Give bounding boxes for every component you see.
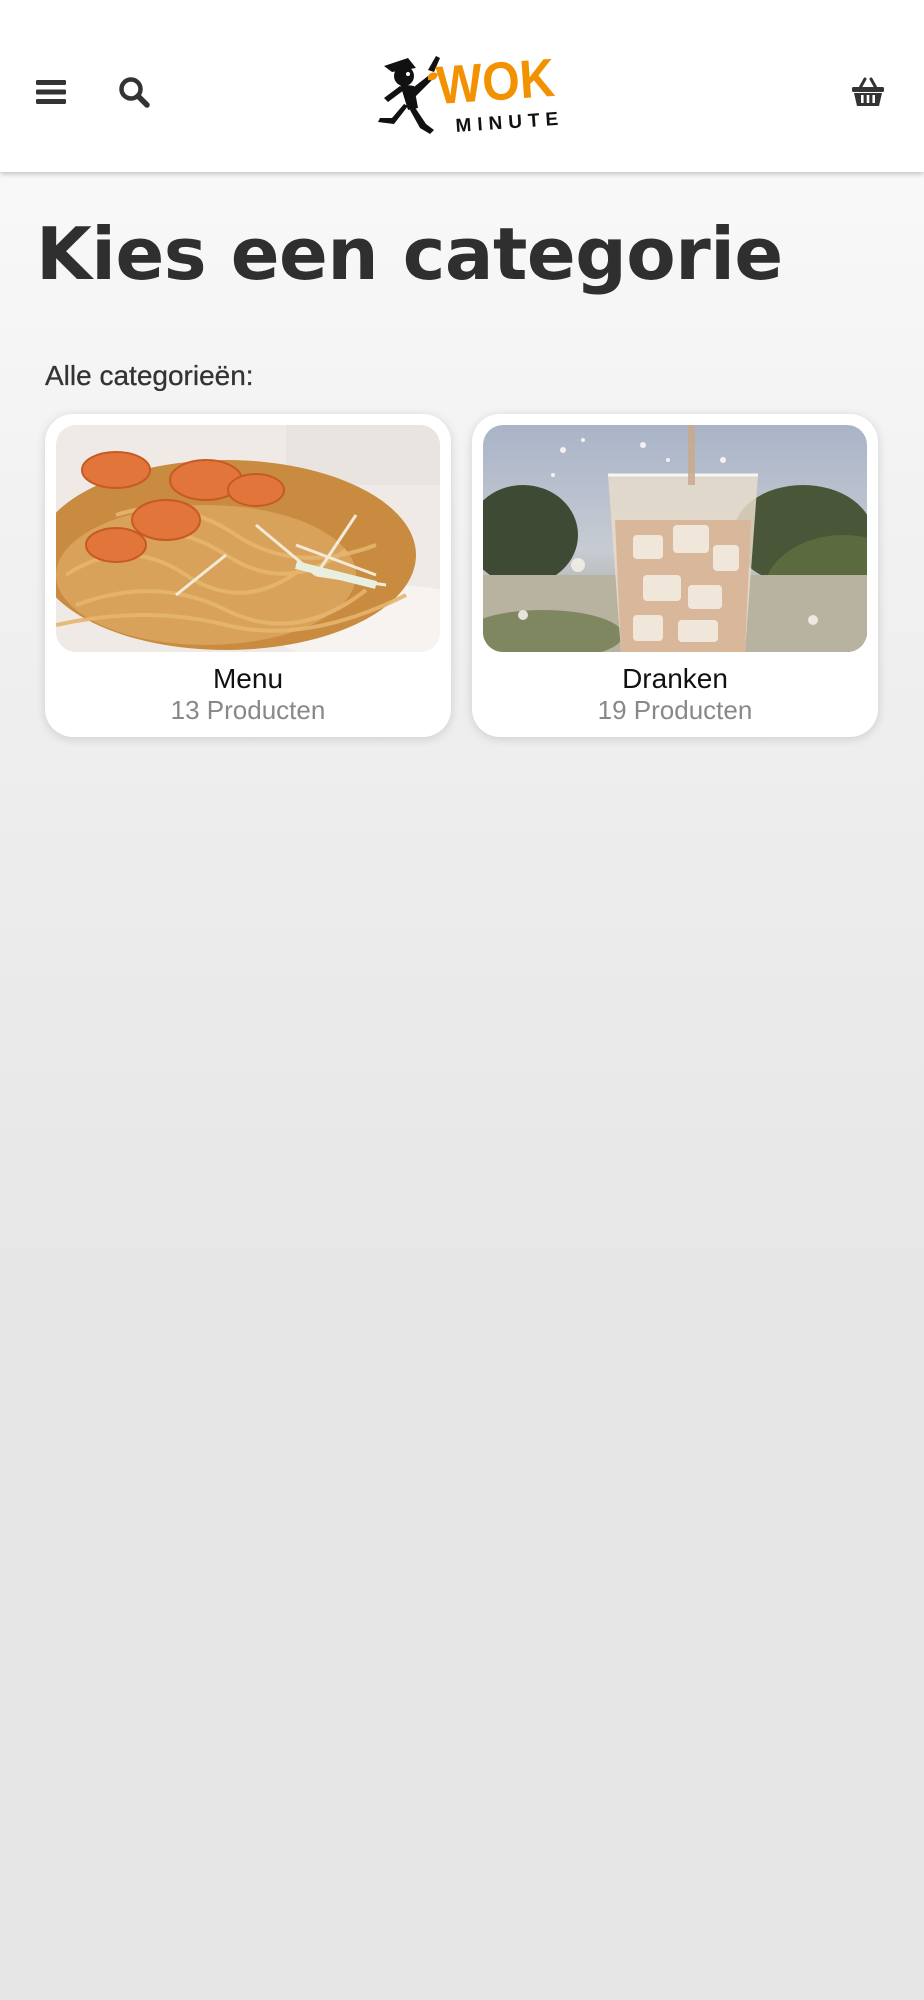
search-button[interactable]: [102, 60, 166, 124]
category-image-menu: [56, 425, 440, 652]
section-label: Alle categorieën:: [45, 360, 254, 391]
logo-graphic: WOK MINUTE: [378, 48, 565, 137]
category-name: Dranken: [622, 663, 728, 694]
cart-button[interactable]: [836, 60, 900, 124]
pad-thai-image: [56, 425, 440, 652]
category-name: Menu: [212, 663, 284, 694]
category-product-count: 13 Producten: [170, 695, 326, 725]
hamburger-menu-icon: [36, 80, 66, 104]
page-title: Kies een categorie: [36, 212, 783, 296]
category-card-menu[interactable]: Menu 13 Producten: [45, 414, 451, 737]
category-card-drinks[interactable]: Dranken 19 Producten: [472, 414, 878, 737]
menu-button[interactable]: [19, 60, 83, 124]
app-header: WOK MINUTE: [0, 0, 924, 172]
drink-glass-image: [483, 425, 867, 652]
logo-wordmark: WOK: [435, 48, 557, 116]
search-icon: [119, 77, 150, 108]
category-product-count: 19 Producten: [597, 695, 753, 725]
wok-minute-logo[interactable]: WOK MINUTE: [364, 46, 565, 138]
category-image-drinks: [483, 425, 867, 652]
shopping-basket-icon: [852, 77, 884, 106]
